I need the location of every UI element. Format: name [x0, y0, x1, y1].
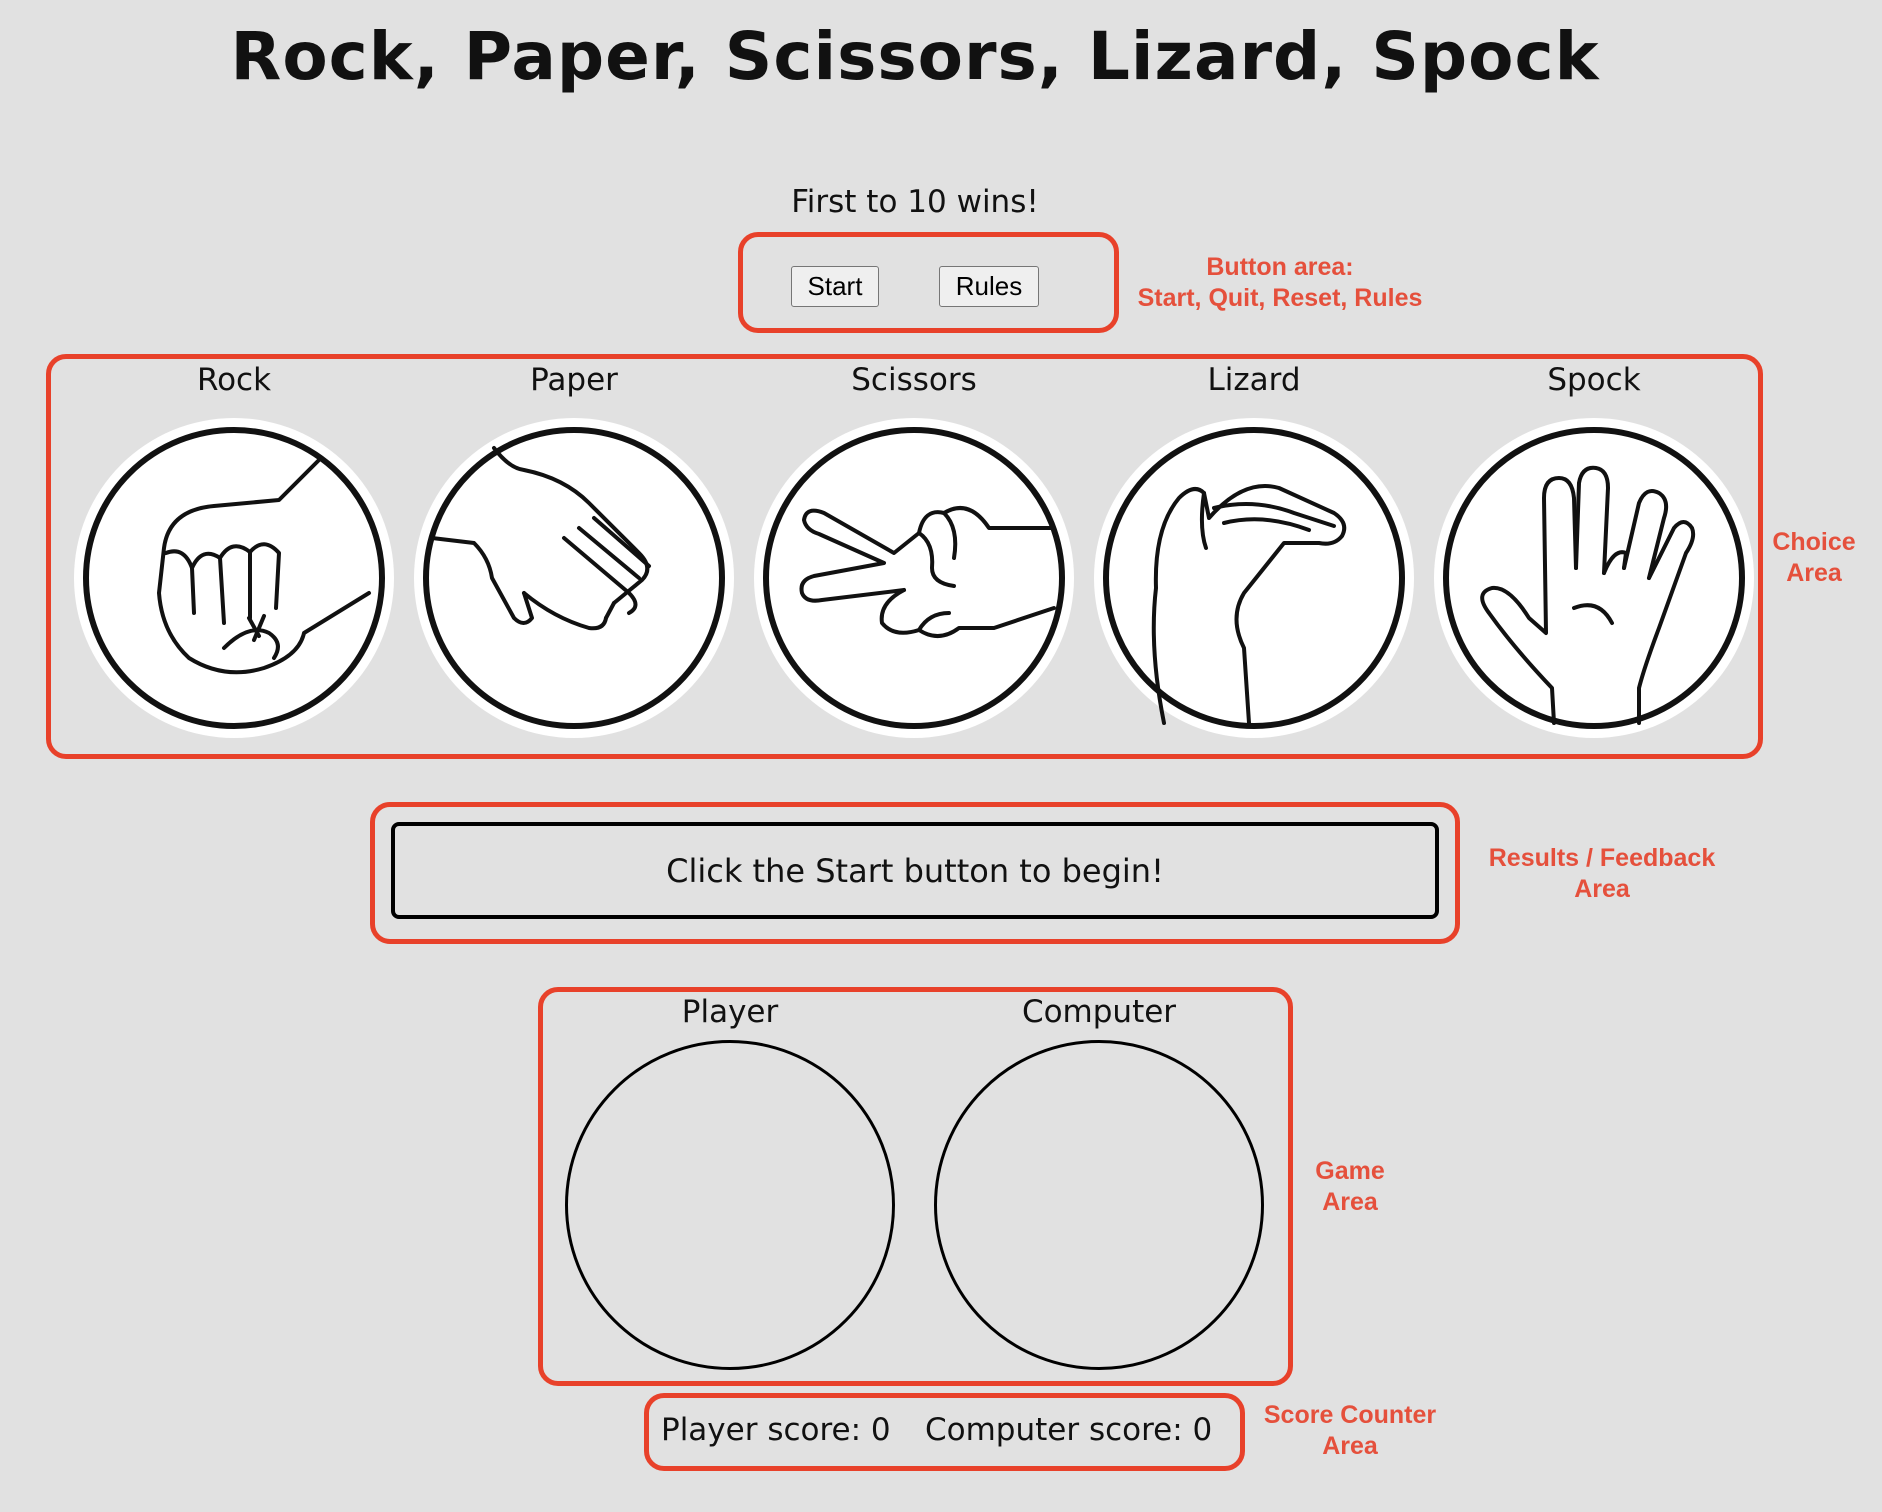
- rock-fist-icon: [83, 427, 385, 729]
- game-area-annotation: Game Area: [1290, 1156, 1410, 1218]
- computer-label: Computer: [1021, 994, 1177, 1030]
- choice-label-lizard: Lizard: [1207, 362, 1301, 398]
- scissors-hand-icon: [763, 427, 1065, 729]
- choice-area-annotation: Choice Area: [1764, 527, 1864, 589]
- button-area-annotation: Button area: Start, Quit, Reset, Rules: [1120, 252, 1440, 314]
- annotation-line: Results / Feedback: [1488, 844, 1716, 872]
- annotation-line: Game: [1315, 1157, 1385, 1185]
- spock-hand-icon: [1443, 427, 1745, 729]
- choice-paper[interactable]: [414, 418, 734, 738]
- annotation-line: Start, Quit, Reset, Rules: [1137, 284, 1423, 312]
- choice-label-scissors: Scissors: [851, 362, 977, 398]
- choice-scissors[interactable]: [754, 418, 1074, 738]
- player-label: Player: [681, 994, 779, 1030]
- annotation-line: Area: [1322, 1188, 1378, 1216]
- annotation-line: Area: [1786, 559, 1842, 587]
- computer-score: Computer score: 0: [925, 1412, 1213, 1448]
- player-score: Player score: 0: [661, 1412, 891, 1448]
- results-area-annotation: Results / Feedback Area: [1462, 843, 1742, 905]
- score-area-annotation: Score Counter Area: [1240, 1400, 1460, 1462]
- win-condition-text: First to 10 wins!: [791, 184, 1039, 220]
- annotation-line: Area: [1322, 1432, 1378, 1460]
- annotation-line: Score Counter: [1263, 1401, 1437, 1429]
- choice-label-spock: Spock: [1547, 362, 1641, 398]
- annotation-line: Choice: [1772, 528, 1856, 556]
- choice-lizard[interactable]: [1094, 418, 1414, 738]
- choice-label-paper: Paper: [530, 362, 618, 398]
- annotation-line: Button area:: [1206, 253, 1354, 281]
- start-button[interactable]: Start: [791, 266, 879, 307]
- annotation-line: Area: [1574, 875, 1630, 903]
- choice-rock[interactable]: [74, 418, 394, 738]
- paper-hand-icon: [423, 427, 725, 729]
- computer-choice-display: [934, 1040, 1264, 1370]
- player-choice-display: [565, 1040, 895, 1370]
- feedback-message: Click the Start button to begin!: [391, 822, 1439, 919]
- lizard-hand-icon: [1103, 427, 1405, 729]
- rules-button[interactable]: Rules: [939, 266, 1039, 307]
- choice-label-rock: Rock: [196, 362, 272, 398]
- page-title: Rock, Paper, Scissors, Lizard, Spock: [230, 18, 1600, 95]
- choice-spock[interactable]: [1434, 418, 1754, 738]
